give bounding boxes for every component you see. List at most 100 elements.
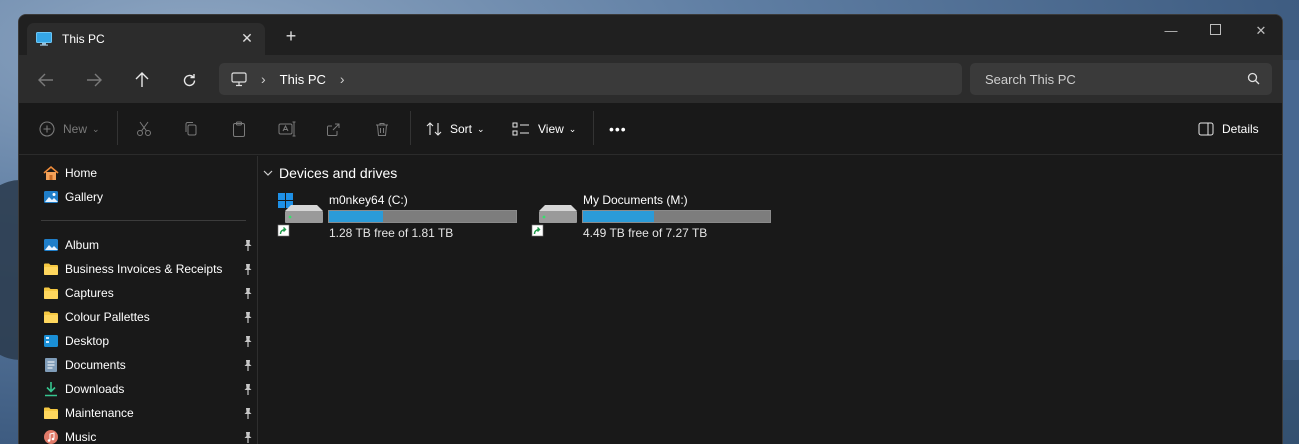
drive-usage-bar	[328, 210, 517, 223]
more-options-button[interactable]: •••	[609, 119, 627, 139]
copy-icon	[185, 122, 197, 136]
sidebar-item-label: Maintenance	[65, 406, 134, 420]
folder-icon	[44, 287, 58, 299]
breadcrumb-this-pc[interactable]: This PC	[280, 72, 326, 87]
delete-button[interactable]	[374, 119, 390, 139]
pin-icon[interactable]	[243, 383, 253, 395]
sidebar-item-business-invoices-receipts[interactable]: Business Invoices & Receipts	[43, 257, 253, 281]
shortcut-arrow-icon	[531, 224, 544, 237]
search-input[interactable]: Search This PC	[970, 63, 1272, 95]
sort-icon	[426, 122, 442, 136]
breadcrumb-chevron-icon[interactable]: ›	[261, 71, 266, 87]
sidebar-item-music[interactable]: Music	[43, 425, 253, 444]
folder-icon	[44, 263, 58, 275]
sidebar-item-maintenance[interactable]: Maintenance	[43, 401, 253, 425]
forward-arrow-icon[interactable]	[83, 69, 105, 91]
paste-button[interactable]	[231, 119, 247, 139]
pin-icon[interactable]	[243, 407, 253, 419]
chevron-down-icon	[263, 170, 273, 176]
pin-icon[interactable]	[243, 287, 253, 299]
tab-this-pc[interactable]: This PC ✕	[27, 23, 265, 55]
this-pc-outline-icon	[231, 71, 247, 86]
music-icon	[44, 430, 58, 444]
documents-icon	[45, 358, 57, 372]
cut-button[interactable]	[136, 119, 152, 139]
sidebar-item-label: Music	[65, 430, 97, 444]
this-pc-icon	[36, 32, 52, 46]
clipboard-icon	[233, 121, 245, 137]
sidebar-divider	[41, 220, 246, 221]
pane-splitter[interactable]	[257, 156, 258, 444]
details-button-label: Details	[1222, 122, 1259, 136]
pin-icon[interactable]	[243, 239, 253, 251]
scissors-icon	[137, 121, 151, 136]
share-icon	[327, 123, 340, 136]
sidebar-item-label: Home	[65, 166, 98, 180]
gallery-icon	[44, 191, 58, 203]
sidebar-item-home[interactable]: Home	[43, 161, 253, 185]
drive-usage-fill	[583, 211, 655, 222]
shortcut-arrow-icon	[277, 224, 290, 237]
up-arrow-icon[interactable]	[131, 69, 153, 91]
sidebar-item-colour-pallettes[interactable]: Colour Pallettes	[43, 305, 253, 329]
add-circle-icon	[39, 121, 55, 137]
downloads-icon	[45, 382, 57, 397]
pin-icon[interactable]	[243, 335, 253, 347]
toolbar-divider	[410, 111, 411, 145]
sidebar-item-album[interactable]: Album	[43, 233, 253, 257]
sidebar-item-documents[interactable]: Documents	[43, 353, 253, 377]
pin-icon[interactable]	[243, 431, 253, 443]
home-icon	[43, 165, 59, 180]
sidebar-item-label: Documents	[65, 358, 126, 372]
new-button-label: New	[63, 122, 88, 136]
desktop-icon	[44, 335, 58, 347]
sidebar-item-captures[interactable]: Captures	[43, 281, 253, 305]
details-button[interactable]: Details	[1198, 119, 1259, 139]
drive-usage-fill	[329, 211, 384, 222]
back-arrow-icon[interactable]	[35, 69, 57, 91]
refresh-icon[interactable]	[178, 69, 200, 91]
section-title: Devices and drives	[279, 165, 398, 181]
address-bar[interactable]: › This PC ›	[219, 63, 962, 95]
close-window-icon[interactable]: ✕	[1250, 21, 1272, 41]
section-header-devices[interactable]: Devices and drives	[263, 165, 397, 181]
drive-tile[interactable]: m0nkey64 (C:) 1.28 TB free of 1.81 TB	[277, 193, 527, 243]
sidebar-item-gallery[interactable]: Gallery	[43, 185, 253, 209]
title-bar: This PC ✕ + — ✕	[19, 15, 1282, 55]
drive-free-space: 1.28 TB free of 1.81 TB	[329, 226, 454, 240]
sidebar-item-desktop[interactable]: Desktop	[43, 329, 253, 353]
maximize-icon[interactable]	[1204, 21, 1226, 41]
view-button-label: View	[538, 122, 564, 136]
new-tab-button[interactable]: +	[281, 26, 301, 46]
sidebar-item-downloads[interactable]: Downloads	[43, 377, 253, 401]
sort-button[interactable]: Sort ⌄	[426, 119, 485, 139]
toolbar-divider	[117, 111, 118, 145]
drive-usage-bar	[582, 210, 771, 223]
drive-tile[interactable]: My Documents (M:) 4.49 TB free of 7.27 TB	[531, 193, 781, 243]
drive-name: My Documents (M:)	[583, 193, 688, 207]
close-tab-icon[interactable]: ✕	[239, 30, 255, 46]
view-button[interactable]: View ⌄	[512, 119, 576, 139]
folder-icon	[44, 407, 58, 419]
folder-icon	[44, 311, 58, 323]
command-bar: New ⌄ Sort ⌄ View ⌄ ••• Details	[19, 103, 1282, 155]
view-list-icon	[512, 122, 529, 136]
minimize-icon[interactable]: —	[1160, 21, 1182, 41]
new-button[interactable]: New ⌄	[39, 119, 100, 139]
pin-icon[interactable]	[243, 311, 253, 323]
tab-title: This PC	[62, 32, 105, 46]
copy-button[interactable]	[183, 119, 199, 139]
pin-icon[interactable]	[243, 263, 253, 275]
breadcrumb-chevron-icon[interactable]: ›	[340, 71, 345, 87]
drive-free-space: 4.49 TB free of 7.27 TB	[583, 226, 708, 240]
search-placeholder: Search This PC	[985, 71, 1076, 87]
sidebar-item-label: Album	[65, 238, 100, 252]
hard-drive-icon	[277, 193, 323, 237]
details-pane-icon	[1198, 122, 1214, 136]
pin-icon[interactable]	[243, 359, 253, 371]
sidebar-item-label: Business Invoices & Receipts	[65, 262, 223, 276]
rename-button[interactable]	[278, 119, 296, 139]
toolbar-divider	[593, 111, 594, 145]
share-button[interactable]	[326, 119, 342, 139]
address-row: › This PC › Search This PC	[19, 55, 1282, 103]
